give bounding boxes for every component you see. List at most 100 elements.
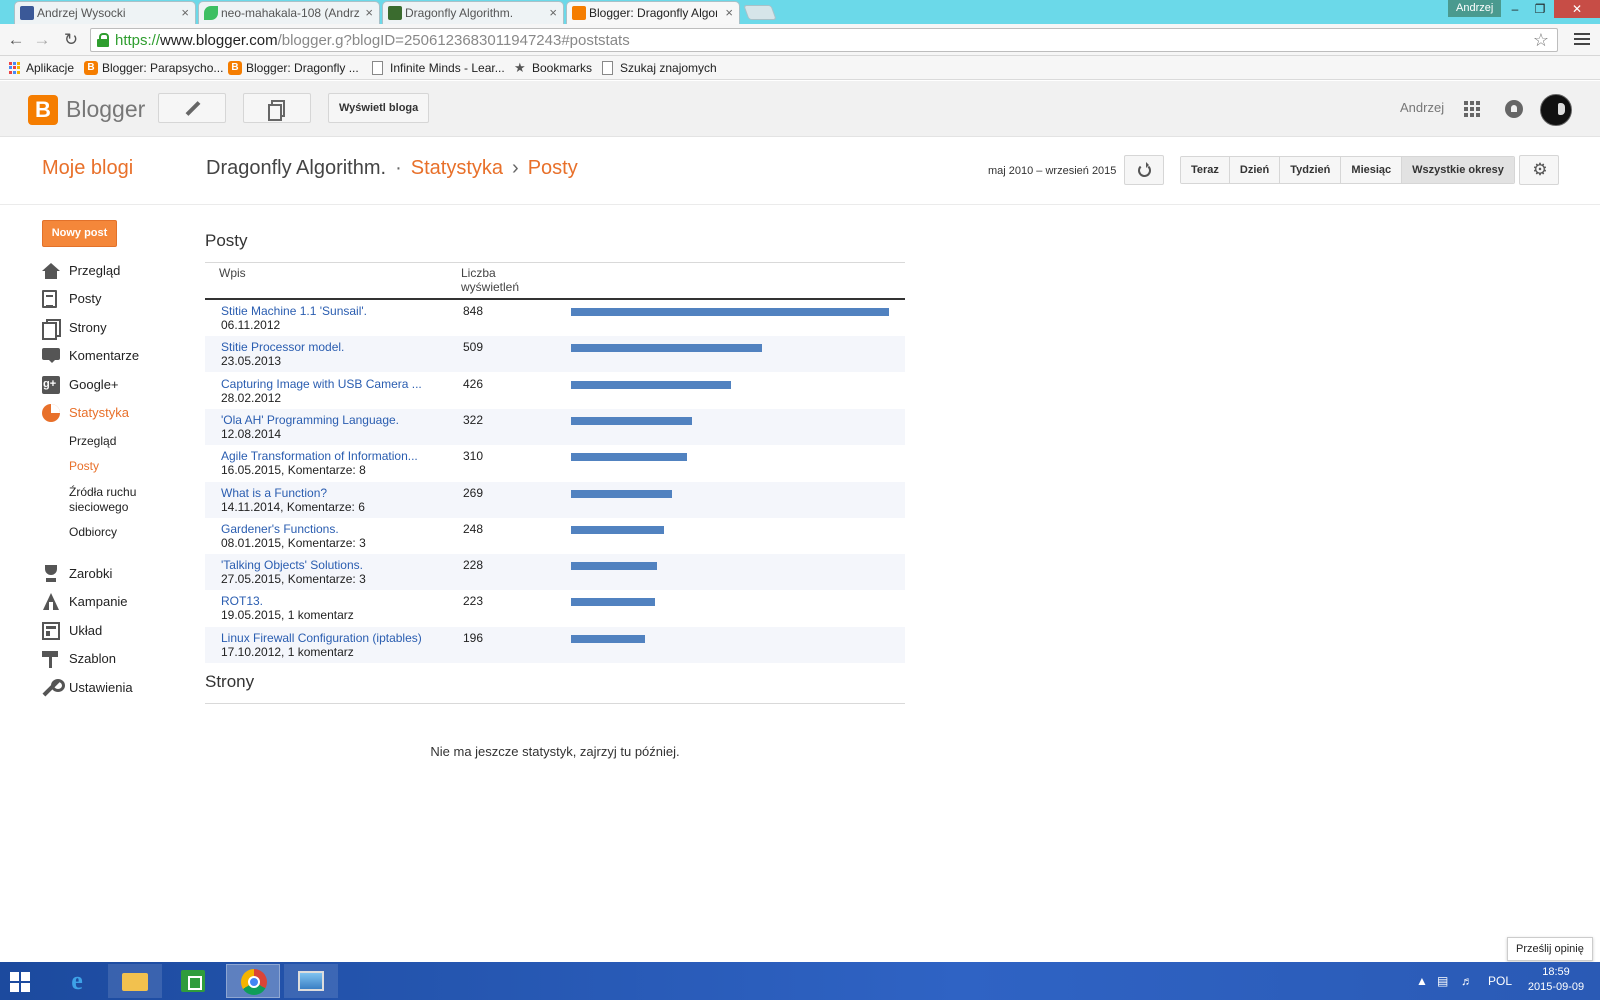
bookmark-blogger-parapsycho[interactable]: Blogger: Parapsycho... bbox=[84, 59, 223, 77]
network-icon[interactable]: ▤ bbox=[1437, 973, 1448, 989]
profile-name-badge[interactable]: Andrzej bbox=[1448, 0, 1502, 17]
taskbar-store[interactable] bbox=[166, 964, 220, 998]
new-post-button[interactable]: Nowy post bbox=[42, 220, 117, 247]
volume-icon[interactable]: ♬ bbox=[1461, 973, 1473, 989]
table-row: Linux Firewall Configuration (iptables) … bbox=[205, 626, 905, 663]
post-title-link[interactable]: Linux Firewall Configuration (iptables) bbox=[221, 631, 433, 645]
bookmark-label: Blogger: Parapsycho... bbox=[102, 61, 224, 75]
gear-icon: ⚙ bbox=[1532, 160, 1548, 179]
period-all-time-button[interactable]: Wszystkie okresy bbox=[1402, 157, 1514, 183]
input-language[interactable]: POL bbox=[1488, 973, 1512, 989]
tab-label: Andrzej Wysocki bbox=[37, 6, 126, 20]
post-title-link[interactable]: Gardener's Functions. bbox=[221, 522, 433, 536]
post-views: 248 bbox=[463, 521, 484, 536]
bookmark-szukaj-znajomych[interactable]: Szukaj znajomych bbox=[602, 59, 717, 77]
home-icon bbox=[42, 262, 60, 280]
period-now-button[interactable]: Teraz bbox=[1181, 157, 1230, 183]
chrome-menu-icon[interactable] bbox=[1574, 30, 1590, 48]
close-window-button[interactable]: ✕ bbox=[1554, 0, 1600, 18]
bookmark-star-icon[interactable]: ☆ bbox=[1533, 30, 1549, 51]
browser-tab-dragonfly[interactable]: Dragonfly Algorithm. × bbox=[382, 1, 564, 24]
post-meta: 27.05.2015, Komentarze: 3 bbox=[221, 572, 366, 587]
reload-icon[interactable]: ↻ bbox=[60, 29, 82, 51]
restore-button[interactable]: ❐ bbox=[1527, 0, 1553, 18]
post-title-link[interactable]: 'Ola AH' Programming Language. bbox=[221, 413, 433, 427]
taskbar-chrome[interactable] bbox=[226, 964, 280, 998]
bookmark-bookmarks[interactable]: ★ Bookmarks bbox=[514, 59, 592, 77]
back-arrow-icon[interactable]: ← bbox=[5, 29, 27, 51]
sidebar-sub-posts[interactable]: Posty bbox=[69, 459, 99, 474]
period-selector: Teraz Dzień Tydzień Miesiąc Wszystkie ok… bbox=[1180, 156, 1515, 184]
post-title-link[interactable]: Stitie Machine 1.1 'Sunsail'. bbox=[221, 304, 433, 318]
browser-tab-facebook[interactable]: Andrzej Wysocki × bbox=[14, 1, 196, 24]
posts-list-button[interactable] bbox=[243, 93, 311, 123]
sidebar-sub-overview[interactable]: Przegląd bbox=[69, 434, 116, 449]
tab-close-icon[interactable]: × bbox=[365, 2, 373, 24]
browser-tab-neo-mahakala[interactable]: neo-mahakala-108 (Andrz × bbox=[198, 1, 380, 24]
period-month-button[interactable]: Miesiąc bbox=[1341, 157, 1403, 183]
tab-close-icon[interactable]: × bbox=[725, 2, 733, 24]
bookmark-infinite-minds[interactable]: Infinite Minds - Lear... bbox=[372, 59, 505, 77]
browser-toolbar: ← → ↻ https://www.blogger.com/blogger.g?… bbox=[0, 24, 1600, 56]
stats-pie-icon bbox=[42, 404, 60, 422]
clock-time: 18:59 bbox=[1542, 966, 1570, 978]
blogger-logo-icon[interactable] bbox=[28, 95, 58, 125]
post-title-link[interactable]: ROT13. bbox=[221, 594, 433, 608]
breadcrumb-stats-link[interactable]: Statystyka bbox=[411, 157, 503, 179]
sidebar-item-label: Kampanie bbox=[69, 594, 128, 609]
internet-explorer-icon: e bbox=[71, 966, 83, 995]
start-button[interactable] bbox=[0, 964, 46, 998]
forward-arrow-icon[interactable]: → bbox=[31, 29, 53, 51]
sidebar-sub-audience[interactable]: Odbiorcy bbox=[69, 525, 117, 540]
post-meta: 08.01.2015, Komentarze: 3 bbox=[221, 535, 366, 550]
breadcrumb-posts: Posty bbox=[527, 157, 578, 179]
tab-close-icon[interactable]: × bbox=[549, 2, 557, 24]
divider bbox=[205, 703, 905, 704]
send-feedback-button[interactable]: Prześlij opinię bbox=[1507, 937, 1593, 961]
period-day-button[interactable]: Dzień bbox=[1229, 157, 1281, 183]
post-title-link[interactable]: Stitie Processor model. bbox=[221, 340, 433, 354]
blogger-wordmark[interactable]: Blogger bbox=[66, 94, 145, 124]
view-blog-button[interactable]: Wyświetl bloga bbox=[328, 93, 430, 123]
post-title-link[interactable]: 'Talking Objects' Solutions. bbox=[221, 558, 433, 572]
notifications-bell-icon[interactable] bbox=[1505, 100, 1523, 118]
table-row: Agile Transformation of Information... 1… bbox=[205, 445, 905, 481]
post-views: 322 bbox=[463, 412, 484, 427]
taskbar-file-explorer[interactable] bbox=[108, 964, 162, 998]
taskbar-internet-explorer[interactable]: e bbox=[50, 964, 104, 998]
apps-grid-icon[interactable] bbox=[1464, 101, 1480, 117]
bookmark-apps[interactable]: Aplikacje bbox=[8, 59, 74, 77]
blogger-icon bbox=[228, 61, 242, 75]
minimize-button[interactable]: – bbox=[1502, 0, 1528, 18]
url-text[interactable]: https://www.blogger.com/blogger.g?blogID… bbox=[115, 32, 630, 49]
table-row: Capturing Image with USB Camera ... 28.0… bbox=[205, 373, 905, 409]
bookmark-label: Bookmarks bbox=[532, 61, 593, 75]
tray-overflow-icon[interactable]: ▲ bbox=[1416, 973, 1428, 989]
account-name[interactable]: Andrzej bbox=[1400, 100, 1444, 115]
avatar[interactable] bbox=[1540, 94, 1572, 126]
post-title-link[interactable]: Agile Transformation of Information... bbox=[221, 449, 433, 463]
taskbar-photos[interactable] bbox=[284, 964, 338, 998]
settings-button[interactable]: ⚙ bbox=[1519, 155, 1559, 185]
my-blogs-link[interactable]: Moje blogi bbox=[42, 157, 133, 180]
refresh-button[interactable] bbox=[1124, 155, 1164, 185]
new-tab-button[interactable] bbox=[743, 5, 777, 20]
post-views: 196 bbox=[463, 630, 484, 645]
post-title-link[interactable]: What is a Function? bbox=[221, 486, 433, 500]
tab-close-icon[interactable]: × bbox=[181, 2, 189, 24]
url-host: www.blogger.com bbox=[160, 32, 278, 49]
post-title-link[interactable]: Capturing Image with USB Camera ... bbox=[221, 377, 433, 391]
column-header-entry: Wpis bbox=[219, 266, 246, 280]
blogger-favicon-icon bbox=[572, 6, 586, 20]
system-clock[interactable]: 18:59 2015-09-09 bbox=[1524, 965, 1588, 995]
breadcrumb-blog-name[interactable]: Dragonfly Algorithm. bbox=[206, 157, 386, 179]
period-week-button[interactable]: Tydzień bbox=[1280, 157, 1342, 183]
sidebar-item-label: Przegląd bbox=[69, 263, 121, 278]
address-bar[interactable]: https://www.blogger.com/blogger.g?blogID… bbox=[90, 28, 1558, 52]
bookmark-blogger-dragonfly[interactable]: Blogger: Dragonfly ... bbox=[228, 59, 359, 77]
sidebar-sub-traffic-sources[interactable]: Źródła ruchu sieciowego bbox=[69, 485, 136, 515]
windows-logo-icon bbox=[10, 972, 30, 992]
post-meta: 17.10.2012, 1 komentarz bbox=[221, 644, 354, 659]
new-post-pencil-button[interactable] bbox=[158, 93, 226, 123]
browser-tab-blogger[interactable]: Blogger: Dragonfly Algorit × bbox=[566, 1, 740, 24]
